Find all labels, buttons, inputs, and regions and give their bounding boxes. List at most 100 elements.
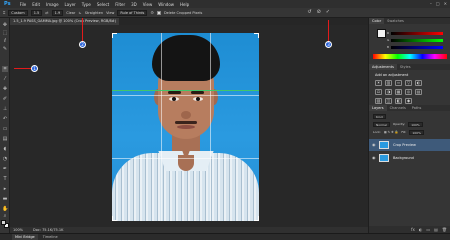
selective-color-adjustment-icon[interactable]: ◆ bbox=[405, 98, 412, 104]
crop-tool-icon[interactable]: ⌗ bbox=[2, 66, 8, 72]
photo-canvas[interactable] bbox=[112, 33, 259, 221]
crop-width-input[interactable]: 1.5 bbox=[30, 9, 43, 16]
menu-3d[interactable]: 3D bbox=[131, 2, 137, 7]
eraser-tool-icon[interactable]: ▭ bbox=[2, 126, 8, 132]
lasso-tool-icon[interactable]: ℓ bbox=[2, 38, 8, 44]
crop-height-input[interactable]: 1.9 bbox=[51, 9, 64, 16]
close-button[interactable]: ✕ bbox=[444, 1, 447, 6]
crop-handle-top-left[interactable] bbox=[112, 33, 117, 38]
layer-row-crop-preview[interactable]: ◉ Crop Preview bbox=[369, 139, 450, 151]
clear-button[interactable]: Clear bbox=[66, 11, 75, 15]
invert-adjustment-icon[interactable]: ▧ bbox=[375, 98, 382, 104]
blur-tool-icon[interactable]: ◖ bbox=[2, 146, 8, 152]
path-selection-tool-icon[interactable]: ▸ bbox=[2, 186, 8, 192]
crop-handle-bottom-left[interactable] bbox=[112, 216, 117, 221]
color-spectrum-bar[interactable] bbox=[373, 54, 447, 59]
menu-type[interactable]: Type bbox=[82, 2, 91, 7]
blend-mode-select[interactable]: Normal bbox=[373, 122, 390, 127]
tab-swatches[interactable]: Swatches bbox=[384, 18, 407, 24]
reset-icon[interactable]: ↺ bbox=[307, 9, 311, 15]
menu-filter[interactable]: Filter bbox=[115, 2, 125, 7]
posterize-adjustment-icon[interactable]: ◫ bbox=[385, 98, 392, 104]
dodge-tool-icon[interactable]: ◔ bbox=[2, 156, 8, 162]
clone-stamp-tool-icon[interactable]: ⊥ bbox=[2, 106, 8, 112]
fill-input[interactable]: 100% bbox=[409, 130, 424, 135]
maximize-button[interactable]: □ bbox=[436, 1, 440, 6]
exposure-adjustment-icon[interactable]: ◐ bbox=[415, 80, 422, 86]
adjustments-title: Add an adjustment bbox=[375, 73, 409, 77]
foreground-color-swatch[interactable] bbox=[1, 220, 6, 225]
black-white-adjustment-icon[interactable]: ▦ bbox=[395, 89, 402, 95]
ratio-preset-select[interactable]: Custom bbox=[8, 9, 28, 16]
menu-image[interactable]: Image bbox=[46, 2, 59, 7]
layer-row-background[interactable]: ◉ Background bbox=[369, 152, 450, 164]
threshold-adjustment-icon[interactable]: ◧ bbox=[395, 98, 402, 104]
eyedropper-tool-icon[interactable]: ⁄ bbox=[2, 76, 8, 82]
hand-tool-icon[interactable]: ✋ bbox=[2, 206, 8, 212]
levels-adjustment-icon[interactable]: ▥ bbox=[385, 80, 392, 86]
new-group-icon[interactable]: ▭ bbox=[426, 226, 430, 233]
delete-cropped-checkbox[interactable] bbox=[156, 10, 161, 15]
crop-tool-icon[interactable]: ⌗ bbox=[3, 10, 5, 15]
history-brush-tool-icon[interactable]: ↶ bbox=[2, 116, 8, 122]
document-tab[interactable]: 1.5_1.9 PASS_GAMMA.jpg @ 100% (Crop Prev… bbox=[10, 18, 120, 25]
tab-layers[interactable]: Layers bbox=[369, 105, 387, 111]
blue-slider[interactable]: B bbox=[387, 45, 443, 49]
straighten-button[interactable]: Straighten bbox=[85, 11, 103, 15]
marquee-tool-icon[interactable]: ⬚ bbox=[2, 30, 8, 36]
layer-effects-icon[interactable]: fx bbox=[411, 226, 415, 233]
menu-edit[interactable]: Edit bbox=[32, 2, 40, 7]
gradient-tool-icon[interactable]: ▤ bbox=[2, 136, 8, 142]
visibility-eye-icon[interactable]: ◉ bbox=[372, 139, 376, 151]
brush-tool-icon[interactable]: ✐ bbox=[2, 96, 8, 102]
menu-select[interactable]: Select bbox=[97, 2, 109, 7]
menu-view[interactable]: View bbox=[143, 2, 153, 7]
crop-commit-controls: ↺ ⊘ ✓ bbox=[307, 9, 330, 15]
crop-handle-bottom-right[interactable] bbox=[254, 216, 259, 221]
straighten-icon[interactable]: ⊾ bbox=[78, 10, 81, 15]
new-adjustment-layer-icon[interactable]: ◐ bbox=[419, 226, 423, 233]
channel-mixer-adjustment-icon[interactable]: ▤ bbox=[415, 89, 422, 95]
swap-icon[interactable]: ⇄ bbox=[45, 10, 48, 15]
cancel-crop-icon[interactable]: ⊘ bbox=[317, 9, 321, 15]
tab-color[interactable]: Color bbox=[369, 18, 385, 24]
layers-footer: fx ◐ ▭ ▤ 🗑 bbox=[369, 226, 450, 233]
hue-saturation-adjustment-icon[interactable]: ◑ bbox=[385, 89, 392, 95]
tab-paths[interactable]: Paths bbox=[409, 105, 425, 111]
shape-tool-icon[interactable]: ▬ bbox=[2, 196, 8, 202]
move-tool-icon[interactable]: ✥ bbox=[2, 22, 8, 28]
minimize-button[interactable]: – bbox=[430, 1, 432, 6]
red-slider[interactable]: R bbox=[387, 31, 443, 35]
crop-handle-top-right[interactable] bbox=[254, 33, 259, 38]
brightness-adjustment-icon[interactable]: ☀ bbox=[375, 80, 382, 86]
lock-icons[interactable]: ▦ ✎ ✥ 🔒 bbox=[384, 130, 398, 135]
type-tool-icon[interactable]: T bbox=[2, 176, 8, 182]
visibility-eye-icon[interactable]: ◉ bbox=[372, 152, 376, 164]
photo-filter-adjustment-icon[interactable]: ◎ bbox=[405, 89, 412, 95]
overlay-view-select[interactable]: Rule of Thirds bbox=[117, 9, 148, 16]
quick-selection-tool-icon[interactable]: ✎ bbox=[2, 46, 8, 52]
tab-timeline[interactable]: Timeline bbox=[40, 234, 61, 240]
panel-foreground-swatch[interactable] bbox=[377, 29, 386, 38]
delete-layer-icon[interactable]: 🗑 bbox=[442, 226, 447, 233]
opacity-input[interactable]: 100% bbox=[408, 122, 423, 127]
tab-adjustments[interactable]: Adjustments bbox=[369, 64, 397, 70]
vibrance-adjustment-icon[interactable]: ▽ bbox=[405, 80, 412, 86]
menu-layer[interactable]: Layer bbox=[65, 2, 76, 7]
zoom-tool-icon[interactable]: ⌕ bbox=[2, 213, 8, 219]
commit-crop-icon[interactable]: ✓ bbox=[326, 9, 330, 15]
color-balance-adjustment-icon[interactable]: ⚖ bbox=[375, 89, 382, 95]
new-layer-icon[interactable]: ▤ bbox=[434, 226, 438, 233]
menu-file[interactable]: File bbox=[20, 2, 27, 7]
green-slider[interactable]: G bbox=[387, 38, 443, 42]
layer-kind-filter[interactable]: Kind bbox=[373, 114, 386, 119]
tab-mini-bridge[interactable]: Mini Bridge bbox=[12, 234, 38, 240]
tab-channels[interactable]: Channels bbox=[387, 105, 409, 111]
curves-adjustment-icon[interactable]: ≈ bbox=[395, 80, 402, 86]
healing-brush-tool-icon[interactable]: ✚ bbox=[2, 86, 8, 92]
menu-help[interactable]: Help bbox=[180, 2, 189, 7]
menu-window[interactable]: Window bbox=[158, 2, 174, 7]
settings-gear-icon[interactable]: ⚙ bbox=[150, 10, 154, 15]
tab-styles[interactable]: Styles bbox=[397, 64, 414, 70]
pen-tool-icon[interactable]: ✒ bbox=[2, 166, 8, 172]
